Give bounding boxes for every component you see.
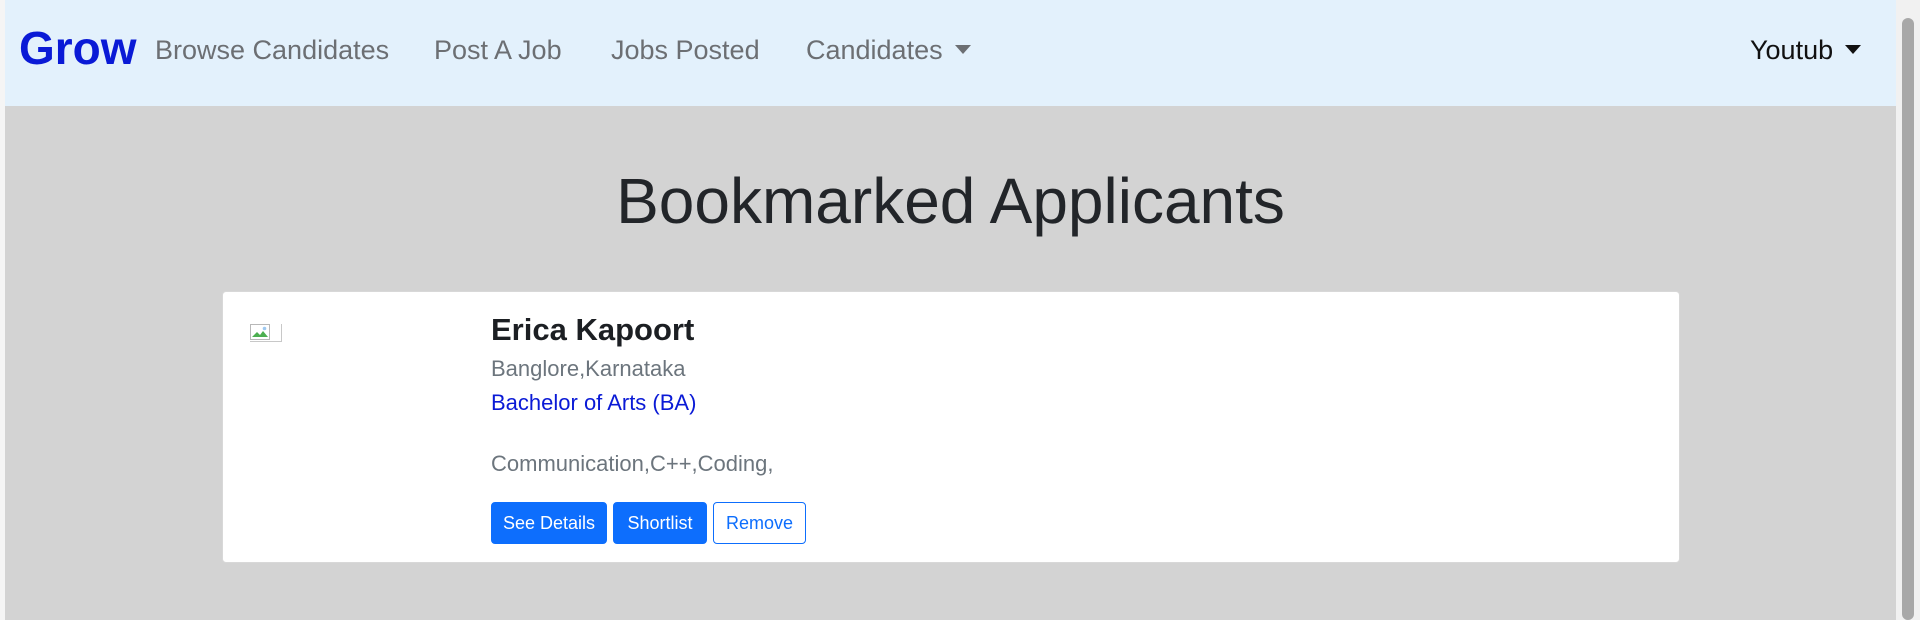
shortlist-button[interactable]: Shortlist — [613, 502, 707, 544]
page-title: Bookmarked Applicants — [616, 165, 1285, 237]
nav-jobs-posted[interactable]: Jobs Posted — [611, 32, 760, 68]
see-details-button[interactable]: See Details — [491, 502, 607, 544]
nav-browse-candidates[interactable]: Browse Candidates — [155, 32, 389, 68]
user-menu-dropdown[interactable]: Youtub — [1750, 32, 1862, 68]
nav-candidates-dropdown[interactable]: Candidates — [806, 32, 971, 68]
applicant-name[interactable]: Erica Kapoort — [491, 310, 694, 350]
applicant-degree: Bachelor of Arts (BA) — [491, 390, 697, 415]
page: Grow Browse Candidates Post A Job Jobs P… — [0, 0, 1920, 620]
brand-logo[interactable]: Grow — [19, 20, 137, 76]
remove-button[interactable]: Remove — [713, 502, 806, 544]
applicant-location: Banglore,Karnataka — [491, 356, 686, 381]
user-name: Youtub — [1750, 35, 1834, 65]
nav-candidates-label: Candidates — [806, 35, 943, 65]
chevron-down-icon — [954, 45, 971, 55]
vertical-scrollbar[interactable] — [1896, 0, 1920, 620]
chevron-down-icon — [1845, 45, 1862, 55]
scrollbar-thumb[interactable] — [1902, 18, 1914, 620]
applicant-card: Erica Kapoort Banglore,Karnataka Bachelo… — [222, 291, 1680, 563]
nav-post-a-job[interactable]: Post A Job — [434, 32, 562, 68]
broken-image-icon — [250, 324, 270, 340]
applicant-skills: Communication,C++,Coding, — [491, 451, 774, 476]
main-content: Bookmarked Applicants Erica Kapoort Bang… — [5, 106, 1896, 620]
applicant-avatar — [250, 324, 282, 342]
top-navbar: Grow Browse Candidates Post A Job Jobs P… — [5, 0, 1896, 106]
